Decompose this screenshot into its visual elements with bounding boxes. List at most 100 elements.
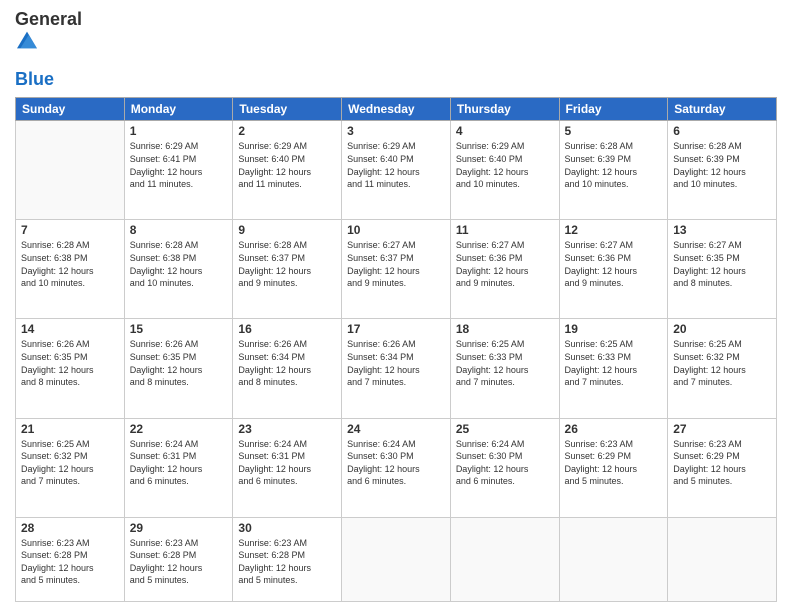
cell-content: Sunrise: 6:29 AM Sunset: 6:40 PM Dayligh…	[347, 140, 445, 190]
cell-content: Sunrise: 6:27 AM Sunset: 6:37 PM Dayligh…	[347, 239, 445, 289]
day-number: 25	[456, 422, 554, 436]
logo-blue-text: Blue	[15, 70, 54, 90]
calendar-cell: 13 Sunrise: 6:27 AM Sunset: 6:35 PM Dayli…	[668, 220, 777, 319]
calendar-cell	[559, 517, 668, 601]
day-number: 2	[238, 124, 336, 138]
day-number: 4	[456, 124, 554, 138]
cell-content: Sunrise: 6:28 AM Sunset: 6:39 PM Dayligh…	[565, 140, 663, 190]
calendar-cell: 14Sunrise: 6:26 AM Sunset: 6:35 PM Dayli…	[16, 319, 125, 418]
calendar-cell: 30 Sunrise: 6:23 AM Sunset: 6:28 PM Dayli…	[233, 517, 342, 601]
day-number: 1	[130, 124, 228, 138]
calendar-cell: 4 Sunrise: 6:29 AM Sunset: 6:40 PM Daylig…	[450, 121, 559, 220]
cell-content: Sunrise: 6:23 AM Sunset: 6:29 PM Dayligh…	[565, 438, 663, 488]
day-number: 20	[673, 322, 771, 336]
calendar-cell: 24 Sunrise: 6:24 AM Sunset: 6:30 PM Dayli…	[342, 418, 451, 517]
day-number: 3	[347, 124, 445, 138]
calendar-cell: 17 Sunrise: 6:26 AM Sunset: 6:34 PM Dayli…	[342, 319, 451, 418]
weekday-header-saturday: Saturday	[668, 98, 777, 121]
cell-content: Sunrise: 6:24 AM Sunset: 6:30 PM Dayligh…	[347, 438, 445, 488]
calendar-cell: 5 Sunrise: 6:28 AM Sunset: 6:39 PM Daylig…	[559, 121, 668, 220]
cell-content: Sunrise: 6:28 AM Sunset: 6:39 PM Dayligh…	[673, 140, 771, 190]
cell-content: Sunrise: 6:26 AM Sunset: 6:34 PM Dayligh…	[347, 338, 445, 388]
week-row-2: 7 Sunrise: 6:28 AM Sunset: 6:38 PM Daylig…	[16, 220, 777, 319]
day-number: 8	[130, 223, 228, 237]
calendar-cell: 26 Sunrise: 6:23 AM Sunset: 6:29 PM Dayli…	[559, 418, 668, 517]
day-number: 24	[347, 422, 445, 436]
week-row-5: 28 Sunrise: 6:23 AM Sunset: 6:28 PM Dayli…	[16, 517, 777, 601]
calendar-cell: 19 Sunrise: 6:25 AM Sunset: 6:33 PM Dayli…	[559, 319, 668, 418]
page: General Blue SundayMondayTuesdayWednesda…	[0, 0, 792, 612]
cell-content: Sunrise: 6:25 AM Sunset: 6:33 PM Dayligh…	[565, 338, 663, 388]
logo-icon	[17, 30, 37, 50]
calendar-cell	[16, 121, 125, 220]
day-number: 16	[238, 322, 336, 336]
calendar-cell: 18 Sunrise: 6:25 AM Sunset: 6:33 PM Dayli…	[450, 319, 559, 418]
cell-content: Sunrise: 6:26 AM Sunset: 6:35 PM Dayligh…	[130, 338, 228, 388]
cell-content: Sunrise: 6:24 AM Sunset: 6:31 PM Dayligh…	[238, 438, 336, 488]
weekday-header-wednesday: Wednesday	[342, 98, 451, 121]
day-number: 5	[565, 124, 663, 138]
calendar-cell	[450, 517, 559, 601]
cell-content: Sunrise: 6:24 AM Sunset: 6:31 PM Dayligh…	[130, 438, 228, 488]
week-row-3: 14Sunrise: 6:26 AM Sunset: 6:35 PM Dayli…	[16, 319, 777, 418]
calendar-cell: 27 Sunrise: 6:23 AM Sunset: 6:29 PM Dayli…	[668, 418, 777, 517]
calendar-cell: 16 Sunrise: 6:26 AM Sunset: 6:34 PM Dayli…	[233, 319, 342, 418]
day-number: 17	[347, 322, 445, 336]
day-number: 13	[673, 223, 771, 237]
cell-content: Sunrise: 6:27 AM Sunset: 6:36 PM Dayligh…	[456, 239, 554, 289]
cell-content: Sunrise: 6:23 AM Sunset: 6:28 PM Dayligh…	[238, 537, 336, 587]
calendar-cell: 1 Sunrise: 6:29 AM Sunset: 6:41 PM Daylig…	[124, 121, 233, 220]
cell-content: Sunrise: 6:27 AM Sunset: 6:35 PM Dayligh…	[673, 239, 771, 289]
calendar-cell: 11 Sunrise: 6:27 AM Sunset: 6:36 PM Dayli…	[450, 220, 559, 319]
cell-content: Sunrise: 6:27 AM Sunset: 6:36 PM Dayligh…	[565, 239, 663, 289]
logo: General Blue	[15, 10, 82, 89]
calendar-cell: 9 Sunrise: 6:28 AM Sunset: 6:37 PM Daylig…	[233, 220, 342, 319]
cell-content: Sunrise: 6:23 AM Sunset: 6:28 PM Dayligh…	[21, 537, 119, 587]
calendar-cell: 10 Sunrise: 6:27 AM Sunset: 6:37 PM Dayli…	[342, 220, 451, 319]
day-number: 28	[21, 521, 119, 535]
calendar-cell	[342, 517, 451, 601]
day-number: 9	[238, 223, 336, 237]
calendar-cell: 28 Sunrise: 6:23 AM Sunset: 6:28 PM Dayli…	[16, 517, 125, 601]
cell-content: Sunrise: 6:24 AM Sunset: 6:30 PM Dayligh…	[456, 438, 554, 488]
cell-content: Sunrise: 6:28 AM Sunset: 6:38 PM Dayligh…	[21, 239, 119, 289]
cell-content: Sunrise: 6:29 AM Sunset: 6:40 PM Dayligh…	[456, 140, 554, 190]
calendar-cell: 23 Sunrise: 6:24 AM Sunset: 6:31 PM Dayli…	[233, 418, 342, 517]
cell-content: Sunrise: 6:26 AM Sunset: 6:35 PM Dayligh…	[21, 338, 119, 388]
cell-content: Sunrise: 6:29 AM Sunset: 6:40 PM Dayligh…	[238, 140, 336, 190]
calendar-cell: 8Sunrise: 6:28 AM Sunset: 6:38 PM Daylig…	[124, 220, 233, 319]
cell-content: Sunrise: 6:25 AM Sunset: 6:32 PM Dayligh…	[673, 338, 771, 388]
day-number: 6	[673, 124, 771, 138]
calendar-cell: 20 Sunrise: 6:25 AM Sunset: 6:32 PM Dayli…	[668, 319, 777, 418]
cell-content: Sunrise: 6:23 AM Sunset: 6:28 PM Dayligh…	[130, 537, 228, 587]
header: General Blue	[15, 10, 777, 89]
cell-content: Sunrise: 6:26 AM Sunset: 6:34 PM Dayligh…	[238, 338, 336, 388]
week-row-4: 21Sunrise: 6:25 AM Sunset: 6:32 PM Dayli…	[16, 418, 777, 517]
day-number: 15	[130, 322, 228, 336]
calendar-cell: 21Sunrise: 6:25 AM Sunset: 6:32 PM Dayli…	[16, 418, 125, 517]
weekday-header-row: SundayMondayTuesdayWednesdayThursdayFrid…	[16, 98, 777, 121]
day-number: 7	[21, 223, 119, 237]
day-number: 29	[130, 521, 228, 535]
day-number: 23	[238, 422, 336, 436]
day-number: 10	[347, 223, 445, 237]
logo-general-text: General	[15, 10, 82, 30]
weekday-header-friday: Friday	[559, 98, 668, 121]
calendar-cell: 6 Sunrise: 6:28 AM Sunset: 6:39 PM Daylig…	[668, 121, 777, 220]
calendar-cell: 2 Sunrise: 6:29 AM Sunset: 6:40 PM Daylig…	[233, 121, 342, 220]
cell-content: Sunrise: 6:29 AM Sunset: 6:41 PM Dayligh…	[130, 140, 228, 190]
day-number: 27	[673, 422, 771, 436]
cell-content: Sunrise: 6:25 AM Sunset: 6:33 PM Dayligh…	[456, 338, 554, 388]
week-row-1: 1 Sunrise: 6:29 AM Sunset: 6:41 PM Daylig…	[16, 121, 777, 220]
day-number: 26	[565, 422, 663, 436]
weekday-header-thursday: Thursday	[450, 98, 559, 121]
cell-content: Sunrise: 6:28 AM Sunset: 6:37 PM Dayligh…	[238, 239, 336, 289]
calendar-cell	[668, 517, 777, 601]
day-number: 30	[238, 521, 336, 535]
calendar-cell: 12Sunrise: 6:27 AM Sunset: 6:36 PM Dayli…	[559, 220, 668, 319]
calendar: SundayMondayTuesdayWednesdayThursdayFrid…	[15, 97, 777, 602]
day-number: 19	[565, 322, 663, 336]
day-number: 11	[456, 223, 554, 237]
cell-content: Sunrise: 6:23 AM Sunset: 6:29 PM Dayligh…	[673, 438, 771, 488]
day-number: 18	[456, 322, 554, 336]
